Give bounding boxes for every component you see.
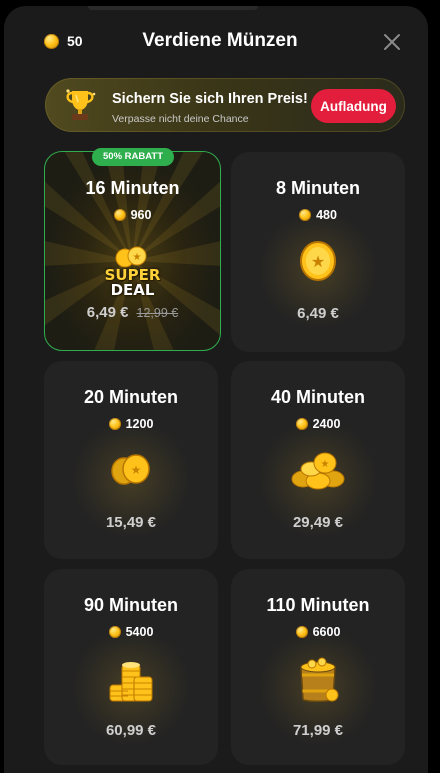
coin-icon — [108, 626, 121, 638]
package-coins-value: 6600 — [312, 625, 341, 639]
coin-icon — [295, 626, 308, 638]
package-name: 110 Minuten — [266, 595, 370, 615]
package-price: 15,49 € — [105, 514, 157, 531]
coin-icon — [113, 209, 126, 221]
package-card-16-minutes[interactable]: 50% RABATT 16 Minuten 960 ★ SUPER DEAL 6… — [44, 148, 221, 351]
coin-pair-icon: ★ — [111, 454, 150, 485]
recharge-button[interactable]: Aufladung — [311, 89, 396, 123]
super-deal-line-2: DEAL — [110, 281, 155, 299]
package-name: 16 Minuten — [85, 178, 180, 198]
package-card-20-minutes[interactable]: 20 Minuten 1200 ★ 15,49 € — [44, 361, 218, 559]
package-price: 60,99 € — [105, 722, 157, 739]
package-coins: 1200 — [44, 417, 218, 431]
single-coin-icon: ★ — [300, 241, 336, 281]
coin-icon — [295, 418, 308, 430]
package-name: 40 Minuten — [270, 387, 365, 407]
close-icon[interactable] — [382, 32, 402, 52]
coin-tower-icon — [109, 662, 153, 702]
sheet-handle — [88, 6, 258, 10]
package-price: 6,49 € — [86, 304, 129, 321]
package-price-row: 6,49 € 12,99 € — [45, 304, 220, 321]
promo-title: Sichern Sie sich Ihren Preis! — [112, 91, 308, 107]
coin-barrel-icon — [300, 657, 339, 702]
package-name: 90 Minuten — [83, 595, 178, 615]
package-card-8-minutes[interactable]: 8 Minuten 480 ★ 6,49 € — [231, 152, 405, 352]
package-coins: 480 — [231, 208, 405, 222]
package-name: 20 Minuten — [83, 387, 178, 407]
coin-icon — [299, 209, 312, 221]
trophy-icon — [66, 89, 96, 120]
promo-subtitle: Verpasse nicht deine Chance — [112, 113, 249, 125]
svg-text:★: ★ — [321, 459, 330, 470]
svg-text:★: ★ — [131, 463, 142, 477]
package-price: 6,49 € — [297, 305, 339, 322]
page-title: Verdiene Münzen — [142, 30, 298, 51]
svg-text:★: ★ — [311, 252, 325, 271]
package-coins-value: 5400 — [125, 625, 154, 639]
package-coins: 2400 — [231, 417, 405, 431]
package-card-90-minutes[interactable]: 90 Minuten 5400 60,99 € — [44, 569, 218, 765]
package-coins-value: 960 — [130, 208, 152, 222]
package-card-40-minutes[interactable]: 40 Minuten 2400 ★ 29,49 € — [231, 361, 405, 559]
coin-icon — [108, 418, 121, 430]
package-coins-value: 1200 — [125, 417, 154, 431]
super-deal-label: SUPER DEAL — [45, 268, 220, 298]
package-price: 29,49 € — [292, 514, 344, 531]
package-card-110-minutes[interactable]: 110 Minuten 6600 71,99 € — [231, 569, 405, 765]
discount-badge: 50% RABATT — [92, 148, 174, 166]
package-coins-value: 480 — [316, 208, 337, 222]
svg-text:★: ★ — [132, 252, 141, 263]
package-coins: 6600 — [231, 625, 405, 639]
coin-pile-icon: ★ — [291, 452, 345, 490]
package-name: 8 Minuten — [276, 178, 360, 198]
package-coins: 5400 — [44, 625, 218, 639]
package-coins: 960 — [45, 208, 220, 222]
package-coins-value: 2400 — [312, 417, 341, 431]
package-old-price: 12,99 € — [136, 306, 179, 320]
package-price: 71,99 € — [292, 722, 344, 739]
